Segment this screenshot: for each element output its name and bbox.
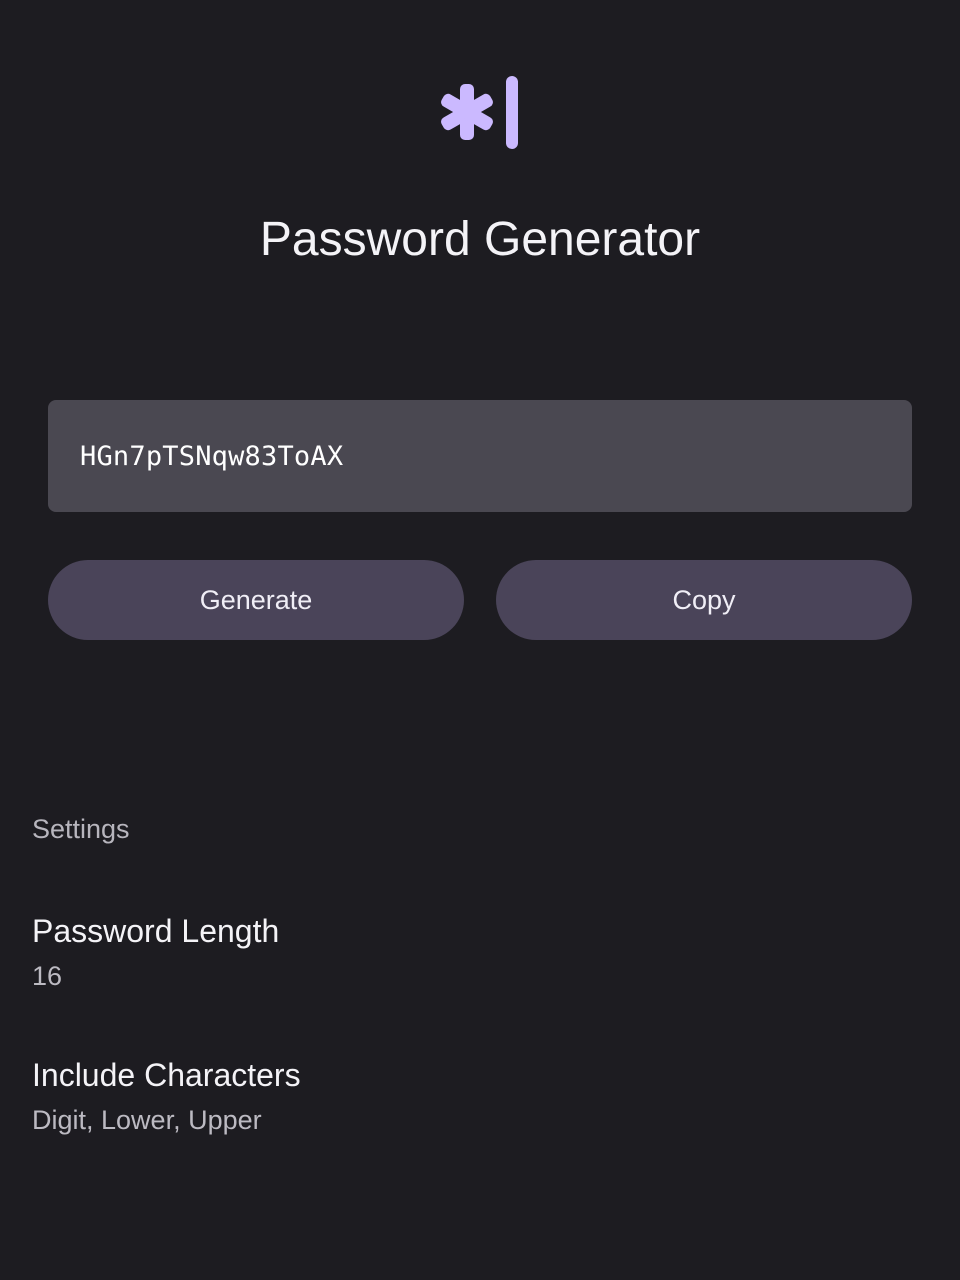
generate-button[interactable]: Generate [48,560,464,640]
include-characters-label: Include Characters [32,1057,301,1093]
asterisk-cursor-icon [441,76,518,149]
cursor-bar [506,76,518,149]
password-length-value: 16 [32,961,63,991]
password-length-label: Password Length [32,913,280,949]
copy-button[interactable]: Copy [496,560,912,640]
password-generator-screen: Password Generator HGn7pTSNqw83ToAX Gene… [0,0,960,1280]
password-output-field[interactable]: HGn7pTSNqw83ToAX [48,400,912,512]
include-characters-setting[interactable]: Include Characters Digit, Lower, Upper [32,1054,928,1138]
password-length-setting[interactable]: Password Length 16 [32,910,928,994]
password-value[interactable]: HGn7pTSNqw83ToAX [80,441,343,472]
asterisk-glyph [441,84,493,140]
include-characters-value: Digit, Lower, Upper [32,1105,262,1135]
page-title: Password Generator [259,213,701,266]
settings-section-header: Settings [32,814,130,844]
